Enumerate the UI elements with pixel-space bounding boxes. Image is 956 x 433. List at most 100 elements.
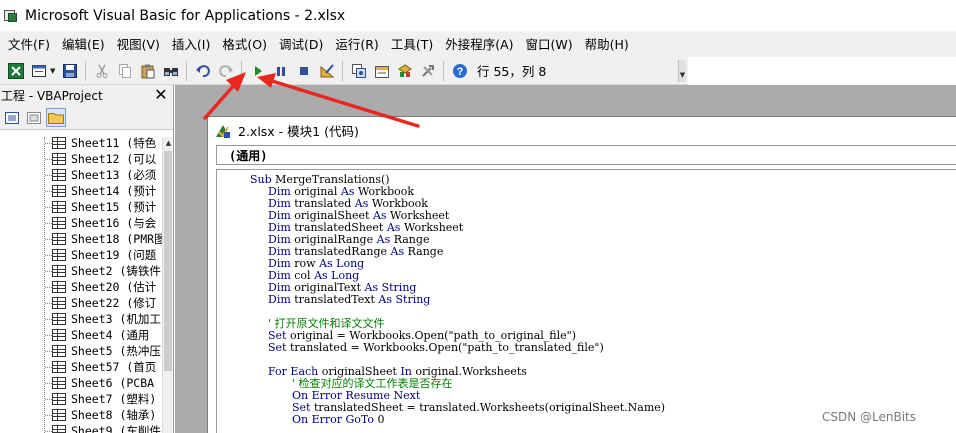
- object-dropdown[interactable]: (通用): [216, 145, 956, 165]
- project-tree: Sheet11 (特色 Sheet12 (可以 Sheet13 (必须 Sheet14…: [0, 137, 162, 433]
- tree-item-label: Sheet57 (首页: [71, 360, 157, 374]
- undo-icon[interactable]: [193, 61, 212, 80]
- worksheet-icon: [52, 265, 66, 277]
- menu-format[interactable]: 格式(O): [216, 34, 273, 56]
- tree-connector: [45, 271, 52, 272]
- menu-view[interactable]: 视图(V): [111, 34, 166, 56]
- menu-window[interactable]: 窗口(W): [520, 34, 579, 56]
- tree-item-sheet[interactable]: Sheet19 (问题: [52, 247, 156, 263]
- tree-item-sheet[interactable]: Sheet16 (与会: [52, 215, 156, 231]
- toolbar-separator: [342, 60, 343, 81]
- tree-item-sheet[interactable]: Sheet9 (车削件: [52, 423, 161, 433]
- menu-debug[interactable]: 调试(D): [273, 34, 329, 56]
- standard-toolbar: ▼ ? 行 55，列 8 ▼: [0, 57, 688, 85]
- project-explorer-icon[interactable]: [349, 61, 368, 80]
- tree-item-label: Sheet18 (PMR图: [71, 232, 162, 246]
- copy-icon[interactable]: [115, 61, 134, 80]
- toolbar-options-icon[interactable]: ▼: [678, 60, 686, 82]
- menu-run[interactable]: 运行(R): [329, 34, 384, 56]
- tree-item-label: Sheet15 (预计: [71, 200, 157, 214]
- tree-item-sheet[interactable]: Sheet20 (估计: [52, 279, 156, 295]
- toolbox-icon[interactable]: [418, 61, 437, 80]
- tree-connector: [45, 399, 52, 400]
- code-window: 2.xlsx - 模块1 (代码) (通用) Sub MergeTranslat…: [207, 116, 956, 433]
- code-keyword: As: [390, 245, 408, 258]
- window-title: Microsoft Visual Basic for Applications …: [25, 7, 346, 24]
- tree-item-label: Sheet4 (通用: [71, 328, 150, 342]
- menu-addins[interactable]: 外接程序(A): [439, 34, 519, 56]
- tree-item-sheet[interactable]: Sheet6 (PCBA: [52, 375, 154, 391]
- window-title-bar: Microsoft Visual Basic for Applications …: [0, 0, 956, 31]
- tree-item-sheet[interactable]: Sheet14 (预计: [52, 183, 156, 199]
- worksheet-icon: [52, 297, 66, 309]
- tree-connector: [45, 239, 52, 240]
- tree-item-sheet[interactable]: Sheet4 (通用: [52, 327, 149, 343]
- tree-item-label: Sheet22 (修订: [71, 296, 157, 310]
- code-line: Dim translatedText As String: [268, 294, 430, 306]
- project-explorer-toolbar: [0, 106, 173, 130]
- worksheet-icon: [52, 281, 66, 293]
- view-object-icon[interactable]: [24, 108, 44, 127]
- tree-connector: [45, 319, 52, 320]
- worksheet-icon: [52, 377, 66, 389]
- code-keyword: On Error GoTo: [292, 413, 378, 426]
- menu-file[interactable]: 文件(F): [2, 34, 56, 56]
- insert-userform-icon[interactable]: [29, 61, 48, 80]
- watermark: CSDN @LenBits: [822, 410, 917, 424]
- tree-item-sheet[interactable]: Sheet3 (机加工: [52, 311, 161, 327]
- tree-item-sheet[interactable]: Sheet5 (热冲压: [52, 343, 161, 359]
- worksheet-icon: [52, 137, 66, 149]
- menu-insert[interactable]: 插入(I): [166, 34, 216, 56]
- design-mode-icon[interactable]: [317, 61, 336, 80]
- tree-item-sheet[interactable]: Sheet22 (修订: [52, 295, 156, 311]
- scroll-up-icon[interactable]: ▲: [163, 137, 174, 149]
- tree-item-sheet[interactable]: Sheet8 (轴承): [52, 407, 156, 423]
- tree-item-sheet[interactable]: Sheet7 (塑料): [52, 391, 156, 407]
- menu-help[interactable]: 帮助(H): [579, 34, 635, 56]
- menu-edit[interactable]: 编辑(E): [56, 34, 111, 56]
- tree-connector: [45, 415, 52, 416]
- tree-item-sheet[interactable]: Sheet12 (可以: [52, 151, 156, 167]
- tree-connector: [45, 383, 52, 384]
- cut-icon[interactable]: [92, 61, 111, 80]
- scrollbar-thumb[interactable]: [164, 151, 172, 371]
- tree-item-sheet[interactable]: Sheet57 (首页: [52, 359, 156, 375]
- save-icon[interactable]: [60, 61, 79, 80]
- reset-icon[interactable]: [294, 61, 313, 80]
- worksheet-icon: [52, 409, 66, 421]
- run-icon[interactable]: [248, 61, 267, 80]
- worksheet-icon: [52, 185, 66, 197]
- break-icon[interactable]: [271, 61, 290, 80]
- properties-window-icon[interactable]: [372, 61, 391, 80]
- tree-item-sheet[interactable]: Sheet13 (必须: [52, 167, 156, 183]
- help-icon[interactable]: ?: [450, 61, 469, 80]
- tree-connector: [45, 159, 52, 160]
- worksheet-icon: [52, 313, 66, 325]
- object-browser-icon[interactable]: [395, 61, 414, 80]
- insert-dropdown-icon[interactable]: ▼: [50, 67, 58, 75]
- project-explorer: 工程 - VBAProject ✕ Sheet11 (特色 Sheet12 (可以…: [0, 85, 174, 433]
- redo-icon[interactable]: [216, 61, 235, 80]
- project-explorer-header: 工程 - VBAProject ✕: [0, 85, 173, 106]
- tree-connector: [45, 255, 52, 256]
- tree-item-label: Sheet20 (估计: [71, 280, 157, 294]
- close-icon[interactable]: ✕: [152, 86, 170, 104]
- toggle-folders-icon[interactable]: [46, 108, 66, 127]
- tree-item-label: Sheet12 (可以: [71, 152, 157, 166]
- code-editor[interactable]: Sub MergeTranslations() Dim original As W…: [216, 169, 956, 433]
- tree-item-label: Sheet3 (机加工: [71, 312, 161, 326]
- worksheet-icon: [52, 249, 66, 261]
- find-icon[interactable]: [161, 61, 180, 80]
- menu-tools[interactable]: 工具(T): [385, 34, 439, 56]
- view-code-icon[interactable]: [2, 108, 22, 127]
- toolbar-separator: [241, 60, 242, 81]
- project-tree-scrollbar[interactable]: ▲: [162, 137, 173, 433]
- tree-item-sheet[interactable]: Sheet18 (PMR图: [52, 231, 162, 247]
- view-excel-icon[interactable]: [6, 61, 25, 80]
- menu-bar: 文件(F) 编辑(E) 视图(V) 插入(I) 格式(O) 调试(D) 运行(R…: [0, 31, 956, 57]
- tree-item-sheet[interactable]: Sheet15 (预计: [52, 199, 156, 215]
- tree-item-sheet[interactable]: Sheet11 (特色: [52, 137, 156, 151]
- paste-icon[interactable]: [138, 61, 157, 80]
- tree-item-sheet[interactable]: Sheet2 (铸铁件: [52, 263, 161, 279]
- code-line: Set translated = Workbooks.Open("path_to…: [268, 342, 604, 354]
